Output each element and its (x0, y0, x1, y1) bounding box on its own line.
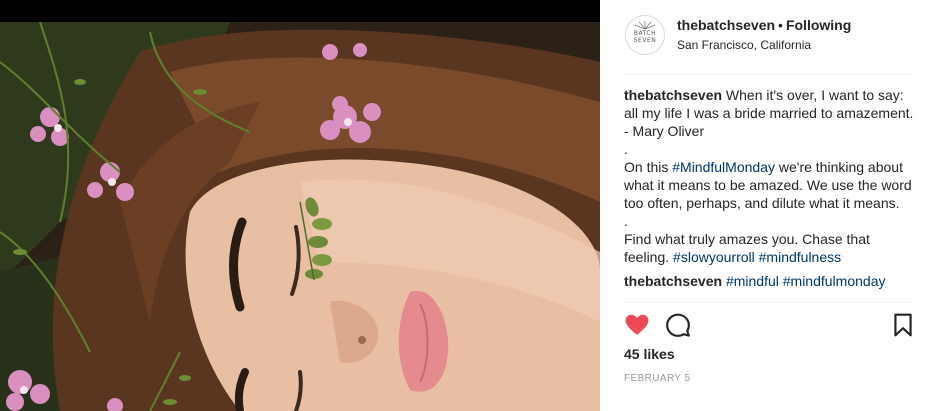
location-link[interactable]: San Francisco, California (677, 38, 811, 52)
caption-username-link[interactable]: thebatchseven (624, 87, 722, 103)
caption-separator-2: . (624, 213, 628, 229)
post-image[interactable] (0, 22, 600, 411)
photo-top-bar (0, 0, 600, 22)
username-link[interactable]: thebatchseven (677, 17, 775, 33)
caption-area[interactable]: thebatchseven When it's over, I want to … (624, 86, 914, 302)
caption-paragraph-1: thebatchseven When it's over, I want to … (624, 86, 914, 140)
comment-icon[interactable] (665, 312, 691, 338)
header-user-row: thebatchseven • Following (677, 17, 851, 33)
heart-icon[interactable] (624, 312, 650, 338)
avatar[interactable]: BATCH SEVEN (625, 15, 665, 55)
actions-divider (624, 302, 912, 303)
hashtag-link[interactable]: #slowyourroll (673, 249, 755, 265)
post-header: BATCH SEVEN thebatchseven • Following San … (600, 0, 936, 74)
caption-paragraph-2: On this #MindfulMonday we're thinking ab… (624, 158, 914, 212)
hashtag-link[interactable]: #mindful (726, 273, 779, 289)
action-bar (624, 312, 914, 340)
header-divider (624, 74, 912, 75)
following-button[interactable]: Following (786, 17, 851, 33)
post-date[interactable]: FEBRUARY 5 (624, 373, 690, 384)
caption-paragraph-3: Find what truly amazes you. Chase that f… (624, 230, 914, 266)
avatar-wordmark: BATCH SEVEN (633, 30, 657, 44)
hashtag-link[interactable]: #MindfulMonday (672, 159, 775, 175)
post-image-art (0, 22, 600, 411)
comment-username-link[interactable]: thebatchseven (624, 273, 722, 289)
bookmark-icon[interactable] (890, 312, 916, 338)
caption-text-2a: On this (624, 159, 673, 175)
likes-count[interactable]: 45 likes (624, 346, 675, 362)
post-details-panel: BATCH SEVEN thebatchseven • Following San … (600, 0, 936, 411)
hashtag-link[interactable]: #mindfulness (759, 249, 842, 265)
comment-row: thebatchseven #mindful #mindfulmonday (624, 272, 914, 290)
separator-dot: • (778, 17, 783, 33)
hashtag-link[interactable]: #mindfulmonday (783, 273, 886, 289)
caption-separator-1: . (624, 141, 628, 157)
